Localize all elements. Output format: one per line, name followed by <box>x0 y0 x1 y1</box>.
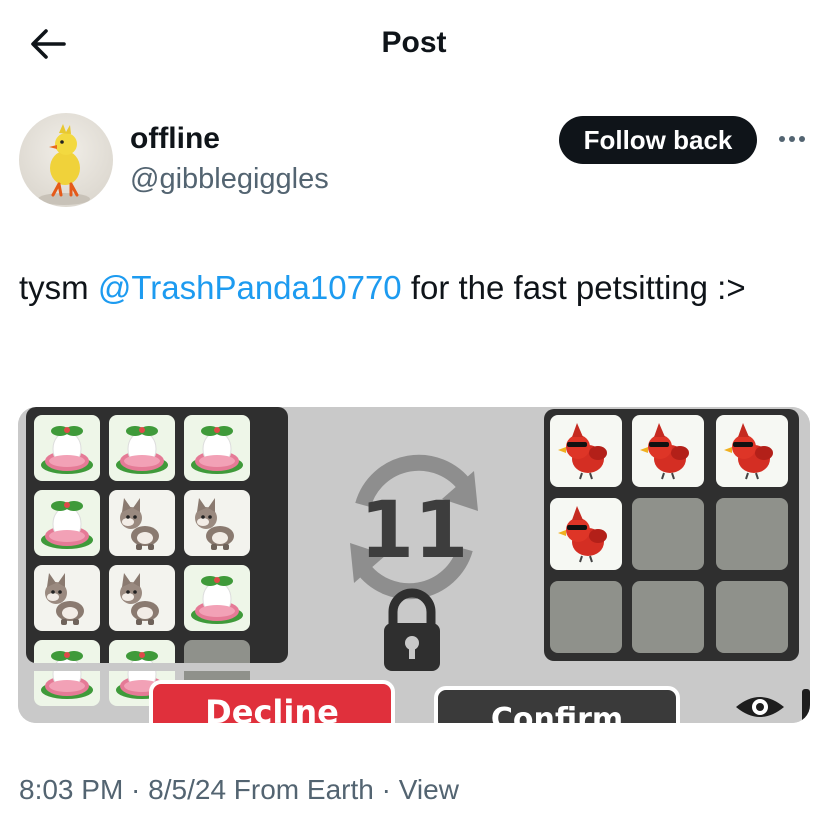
post-date: 8/5/24 <box>148 774 227 805</box>
confirm-button: Confirm <box>434 686 680 723</box>
view-link[interactable]: View <box>399 774 459 805</box>
meta-separator: · <box>123 774 149 805</box>
trade-count: 11 <box>360 486 469 576</box>
tweet-text: tysm @TrashPanda10770 for the fast petsi… <box>19 262 799 313</box>
confirm-label: Confirm <box>491 702 623 723</box>
post-time: 8:03 PM <box>19 774 124 805</box>
user-handle[interactable]: @gibblegiggles <box>130 163 329 196</box>
decline-label: Decline <box>205 693 339 723</box>
display-name[interactable]: offline <box>130 122 220 156</box>
right-item-grid <box>549 414 789 653</box>
chick-avatar-image <box>38 124 90 205</box>
more-dots-icon[interactable] <box>775 126 809 152</box>
post-source: From Earth <box>226 774 374 805</box>
post-meta: 8:03 PM · 8/5/24 From Earth · View <box>19 774 459 806</box>
avatar[interactable] <box>19 113 113 207</box>
mention-link[interactable]: @TrashPanda10770 <box>98 269 402 306</box>
page-title: Post <box>381 26 447 59</box>
decline-button: Decline <box>149 680 395 723</box>
tweet-text-suffix: for the fast petsitting :> <box>401 269 746 306</box>
follow-back-button[interactable]: Follow back <box>559 116 757 164</box>
post-image[interactable]: 11 Decline Confirm <box>18 407 810 723</box>
tweet-text-prefix: tysm <box>19 269 98 306</box>
top-bar: Post <box>0 0 828 90</box>
meta-separator: · <box>373 774 399 805</box>
